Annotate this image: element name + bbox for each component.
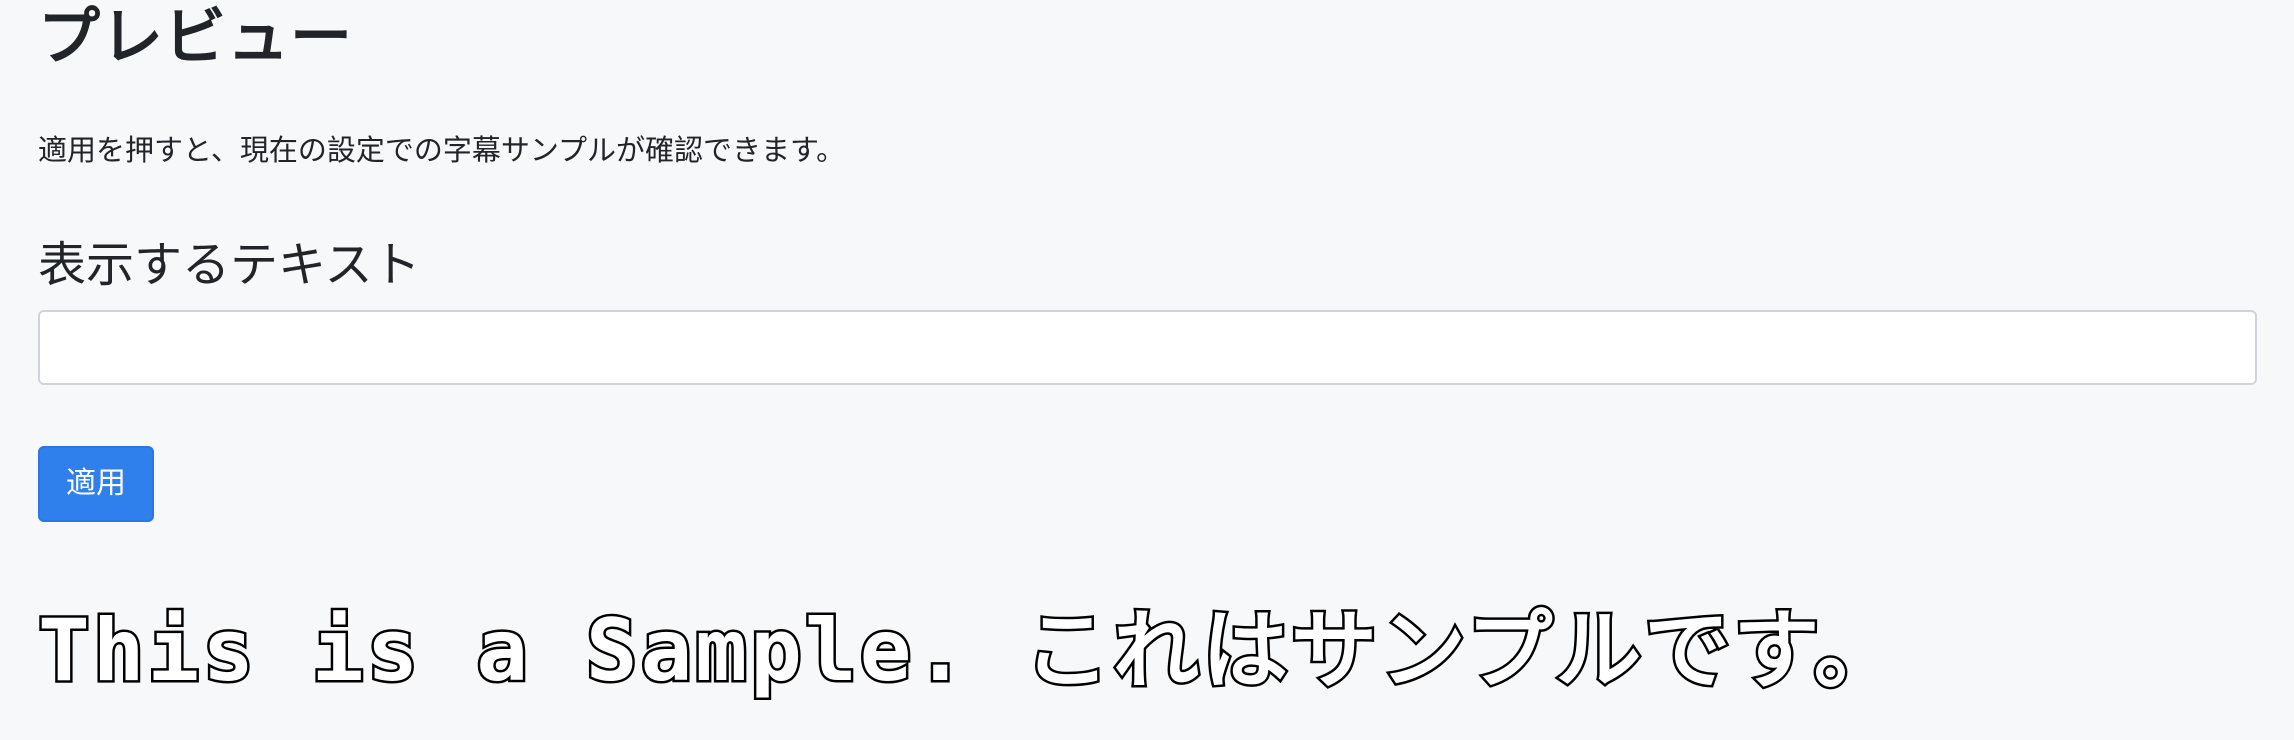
preview-description: 適用を押すと、現在の設定での字幕サンプルが確認できます。 [38, 133, 846, 167]
display-text-input[interactable] [38, 310, 2257, 385]
apply-button[interactable]: 適用 [38, 446, 154, 522]
display-text-label: 表示するテキスト [38, 237, 421, 293]
page-title: プレビュー [38, 0, 354, 73]
subtitle-sample-preview: This is a Sample. これはサンプルです。 [36, 599, 1903, 704]
